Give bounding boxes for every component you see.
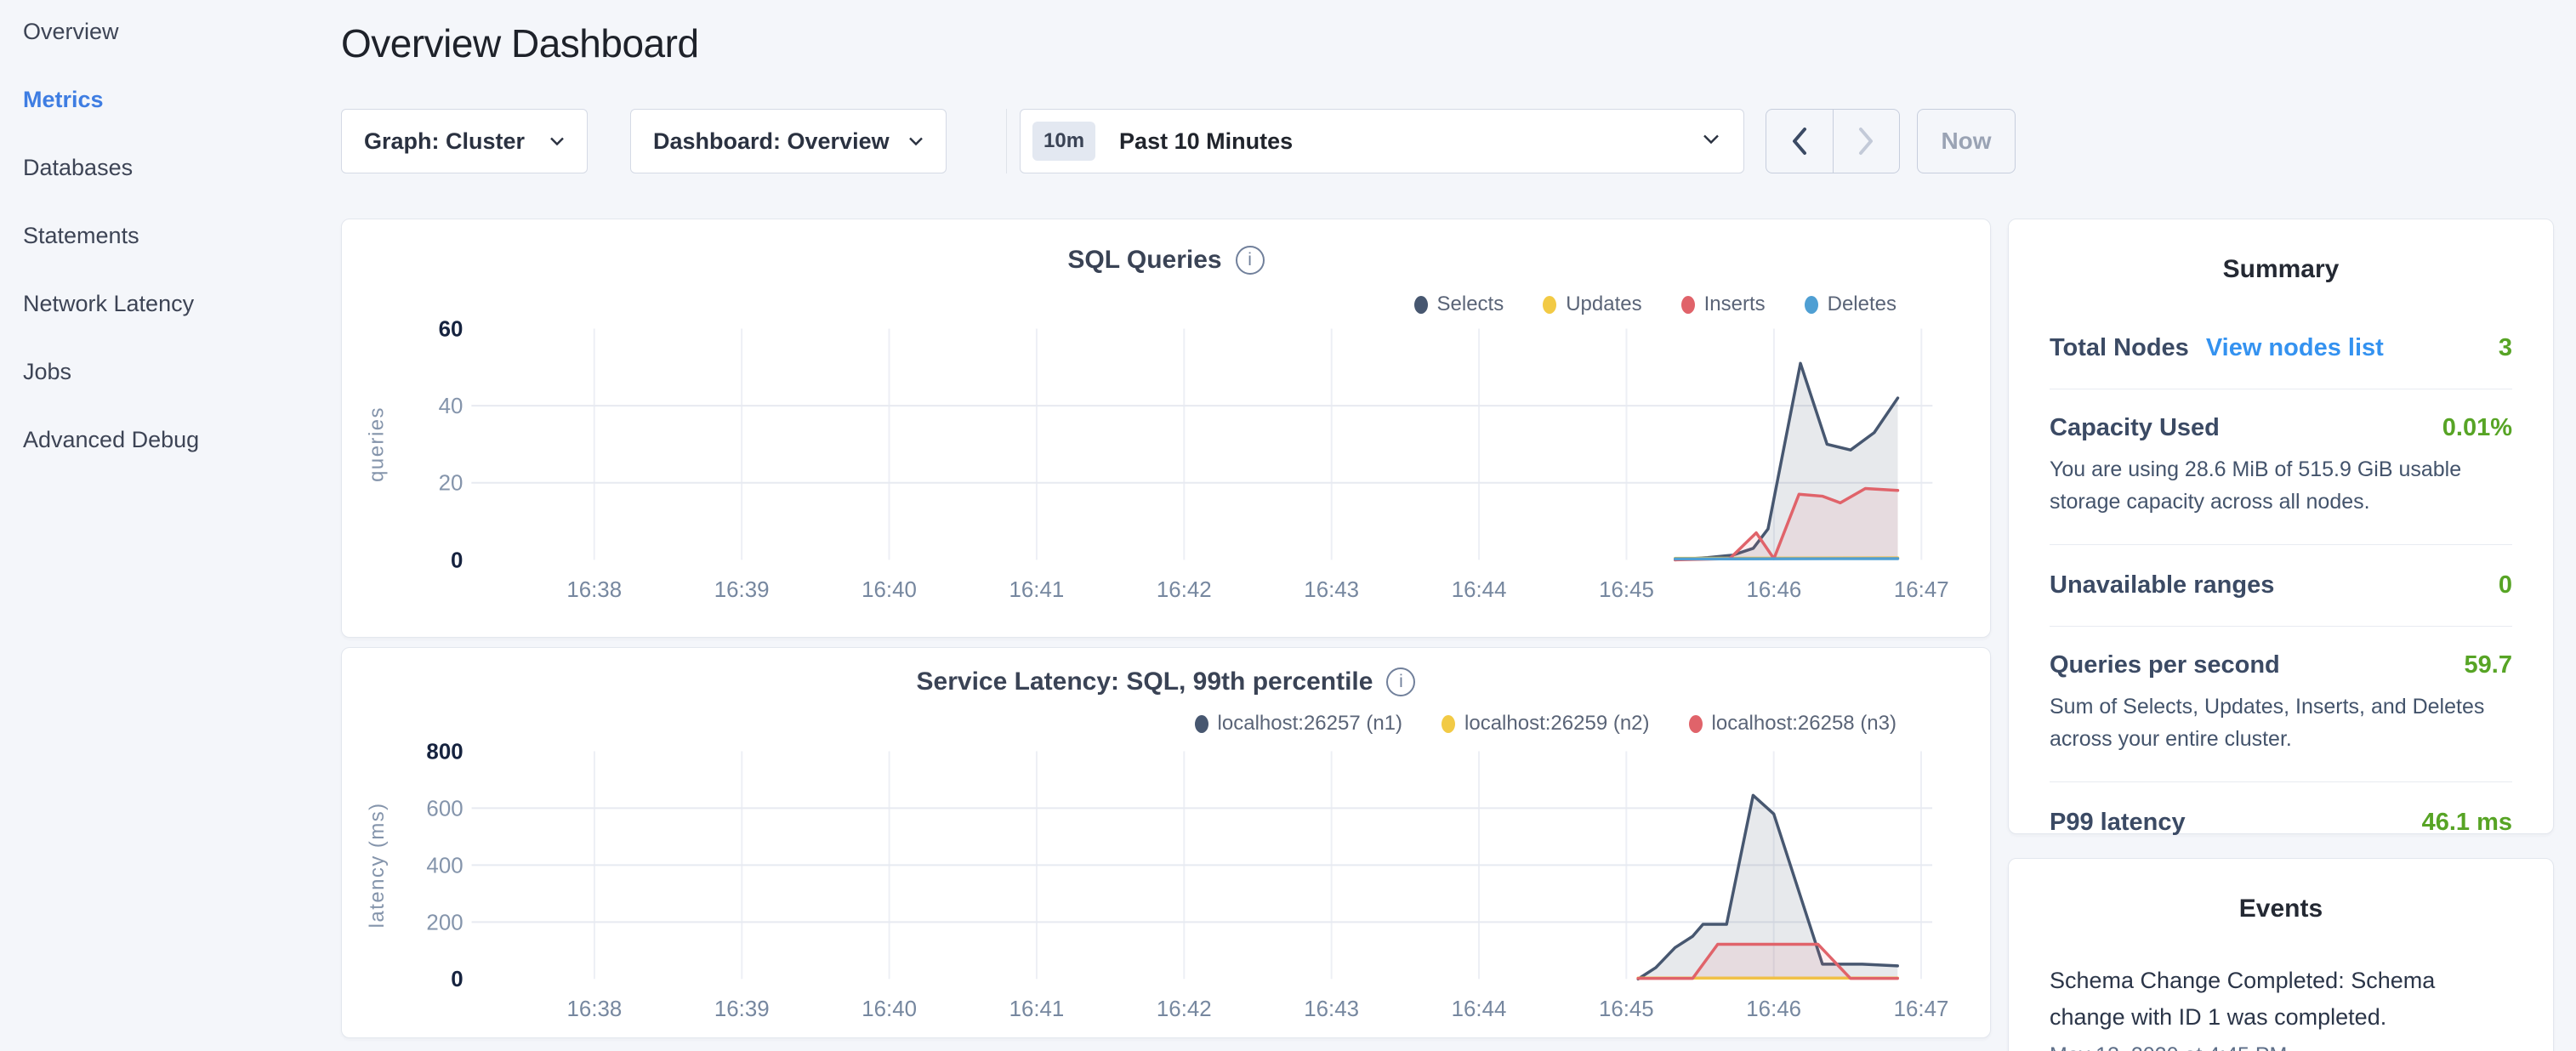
svg-text:16:43: 16:43 [1304, 997, 1359, 1021]
chevron-down-icon [549, 136, 565, 146]
summary-row-p99-latency: P99 latency 46.1 ms [2050, 809, 2512, 837]
svg-text:16:47: 16:47 [1894, 578, 1949, 602]
unavailable-ranges-value: 0 [2499, 571, 2512, 599]
sql-queries-chart-card: SQL Queries i SelectsUpdatesInsertsDelet… [341, 219, 1991, 638]
svg-text:16:46: 16:46 [1747, 578, 1802, 602]
next-time-window-button[interactable] [1833, 110, 1900, 173]
summary-title: Summary [2050, 255, 2512, 284]
dashboard-select-label: Dashboard: Overview [653, 128, 890, 155]
svg-text:600: 600 [426, 797, 463, 821]
service-latency-chart-card: Service Latency: SQL, 99th percentile i … [341, 647, 1991, 1038]
svg-text:16:40: 16:40 [862, 578, 917, 602]
sidebar-item-metrics[interactable]: Metrics [23, 65, 329, 134]
event-item-timestamp: May 13, 2020 at 4:45 PM [2050, 1043, 2512, 1051]
overview-dashboard-page: OverviewMetricsDatabasesStatementsNetwor… [0, 0, 2576, 1051]
sidebar-item-jobs[interactable]: Jobs [23, 338, 329, 406]
svg-text:16:38: 16:38 [567, 997, 623, 1021]
chevron-down-icon [1703, 134, 1720, 149]
service-latency-chart[interactable]: 16:38 16:39 16:40 16:41 16:42 16:43 16:44 16:45… [342, 648, 1990, 1037]
sidebar-nav: OverviewMetricsDatabasesStatementsNetwor… [23, 0, 329, 474]
qps-label: Queries per second [2050, 651, 2280, 679]
summary-row-unavailable-ranges: Unavailable ranges 0 [2050, 571, 2512, 599]
svg-text:latency (ms): latency (ms) [366, 802, 389, 928]
sql-queries-chart[interactable]: 16:38 16:39 16:40 16:41 16:42 16:43 16:44 16:45… [342, 219, 1990, 637]
svg-text:16:46: 16:46 [1746, 997, 1801, 1021]
svg-text:16:42: 16:42 [1157, 578, 1212, 602]
divider [2050, 781, 2512, 782]
p99-latency-value: 46.1 ms [2422, 809, 2512, 837]
event-item-text[interactable]: Schema Change Completed: Schema change w… [2050, 963, 2512, 1036]
svg-text:16:38: 16:38 [566, 578, 622, 602]
svg-text:20: 20 [439, 472, 463, 496]
events-panel: Events Schema Change Completed: Schema c… [2008, 858, 2554, 1051]
svg-text:16:44: 16:44 [1452, 997, 1507, 1021]
capacity-used-label: Capacity Used [2050, 414, 2220, 442]
qps-description: Sum of Selects, Updates, Inserts, and De… [2050, 690, 2512, 755]
chevron-left-icon [1790, 126, 1809, 156]
summary-row-qps: Queries per second 59.7 [2050, 651, 2512, 679]
svg-text:400: 400 [426, 854, 463, 878]
unavailable-ranges-label: Unavailable ranges [2050, 571, 2274, 599]
divider [2050, 626, 2512, 627]
svg-text:16:42: 16:42 [1157, 997, 1212, 1021]
svg-text:0: 0 [451, 968, 463, 991]
now-button[interactable]: Now [1917, 109, 2016, 173]
controls-divider [1006, 109, 1007, 173]
p99-latency-label: P99 latency [2050, 809, 2186, 837]
capacity-used-value: 0.01% [2442, 414, 2512, 442]
sidebar-item-statements[interactable]: Statements [23, 202, 329, 270]
svg-text:16:39: 16:39 [714, 997, 770, 1021]
svg-text:16:45: 16:45 [1599, 997, 1654, 1021]
time-range-badge: 10m [1032, 122, 1095, 161]
total-nodes-label: Total Nodes [2050, 334, 2189, 362]
svg-text:200: 200 [426, 911, 463, 935]
svg-text:16:45: 16:45 [1599, 578, 1654, 602]
dashboard-controls: Graph: Cluster Dashboard: Overview 10m P… [341, 109, 2016, 173]
sidebar-item-databases[interactable]: Databases [23, 134, 329, 202]
chevron-down-icon [908, 136, 924, 146]
svg-text:16:43: 16:43 [1304, 578, 1359, 602]
svg-text:queries: queries [366, 406, 389, 482]
svg-text:40: 40 [439, 395, 463, 418]
svg-text:60: 60 [439, 317, 463, 341]
sidebar-item-overview[interactable]: Overview [23, 0, 329, 65]
svg-text:800: 800 [426, 740, 463, 764]
qps-value: 59.7 [2465, 651, 2512, 679]
svg-text:16:47: 16:47 [1894, 997, 1949, 1021]
summary-panel: Summary Total Nodes View nodes list 3 Ca… [2008, 219, 2554, 834]
sidebar-item-advanced-debug[interactable]: Advanced Debug [23, 406, 329, 474]
svg-text:16:41: 16:41 [1009, 578, 1065, 602]
divider [2050, 544, 2512, 545]
graph-select-label: Graph: Cluster [364, 128, 525, 155]
graph-select-dropdown[interactable]: Graph: Cluster [341, 109, 588, 173]
page-title: Overview Dashboard [341, 20, 699, 66]
svg-text:16:40: 16:40 [862, 997, 917, 1021]
svg-text:16:41: 16:41 [1009, 997, 1065, 1021]
events-title: Events [2050, 895, 2512, 923]
capacity-used-description: You are using 28.6 MiB of 515.9 GiB usab… [2050, 453, 2512, 518]
svg-text:16:44: 16:44 [1452, 578, 1507, 602]
view-nodes-list-link[interactable]: View nodes list [2206, 334, 2384, 362]
dashboard-select-dropdown[interactable]: Dashboard: Overview [630, 109, 947, 173]
time-window-arrows [1766, 109, 1900, 173]
summary-row-total-nodes: Total Nodes View nodes list 3 [2050, 334, 2512, 362]
chevron-right-icon [1857, 126, 1875, 156]
time-range-label: Past 10 Minutes [1119, 128, 1293, 155]
time-range-picker[interactable]: 10m Past 10 Minutes [1020, 109, 1744, 173]
sidebar-item-network-latency[interactable]: Network Latency [23, 270, 329, 338]
svg-text:16:39: 16:39 [714, 578, 770, 602]
total-nodes-value: 3 [2499, 334, 2512, 362]
svg-text:0: 0 [451, 548, 463, 572]
prev-time-window-button[interactable] [1766, 110, 1833, 173]
summary-row-capacity: Capacity Used 0.01% [2050, 414, 2512, 442]
